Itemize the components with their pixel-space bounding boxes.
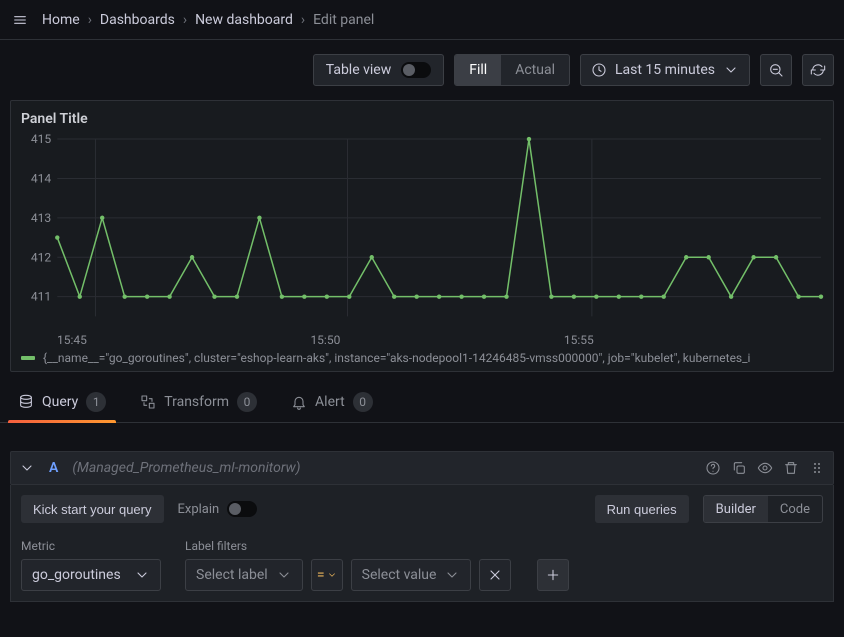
chart-area[interactable]: 411 412 413 414 415 xyxy=(19,133,825,333)
chevron-down-icon xyxy=(276,567,292,583)
help-icon xyxy=(705,460,721,476)
zoom-out-button[interactable] xyxy=(760,54,792,86)
refresh-icon xyxy=(810,62,826,78)
chevron-right-icon: › xyxy=(88,12,92,28)
duplicate-query-button[interactable] xyxy=(731,460,747,476)
chart-legend[interactable]: {__name__="go_goroutines", cluster="esho… xyxy=(19,347,825,367)
chevron-down-icon[interactable] xyxy=(19,460,35,476)
breadcrumb-dashboards[interactable]: Dashboards xyxy=(100,12,175,28)
tab-count-badge: 0 xyxy=(237,392,257,412)
query-datasource-label[interactable]: (Managed_Prometheus_ml-monitorw) xyxy=(72,460,300,476)
chevron-down-icon xyxy=(723,62,739,78)
eye-icon xyxy=(757,460,773,476)
breadcrumb-home[interactable]: Home xyxy=(42,12,80,28)
metric-value: go_goroutines xyxy=(32,567,121,583)
chevron-right-icon: › xyxy=(183,12,187,28)
metric-field-label: Metric xyxy=(21,539,161,553)
database-icon xyxy=(18,394,34,410)
svg-text:415: 415 xyxy=(31,133,52,146)
builder-mode[interactable]: Builder xyxy=(704,496,768,522)
bell-icon xyxy=(291,394,307,410)
tab-count-badge: 1 xyxy=(86,392,106,412)
chevron-down-icon xyxy=(327,570,337,580)
query-ref-id[interactable]: A xyxy=(49,460,58,476)
panel-title: Panel Title xyxy=(19,109,825,133)
transform-icon xyxy=(140,394,156,410)
remove-filter-button[interactable] xyxy=(479,559,511,591)
svg-text:412: 412 xyxy=(31,250,52,264)
x-tick: 15:50 xyxy=(310,333,563,347)
chart-panel: Panel Title 411 412 413 414 415 15:45 15:50 … xyxy=(10,100,834,372)
breadcrumb-new-dashboard[interactable]: New dashboard xyxy=(195,12,293,28)
chevron-down-icon xyxy=(444,567,460,583)
tab-label: Transform xyxy=(164,394,229,410)
chevron-right-icon: › xyxy=(301,12,305,28)
actual-option[interactable]: Actual xyxy=(501,55,569,85)
fill-actual-segment: Fill Actual xyxy=(454,54,570,86)
label-name-select[interactable]: Select label xyxy=(185,559,303,591)
chart-svg: 411 412 413 414 415 xyxy=(19,133,825,335)
label-value-placeholder: Select value xyxy=(362,567,437,583)
help-button[interactable] xyxy=(705,460,721,476)
panel-tabs: Query 1 Transform 0 Alert 0 xyxy=(0,382,844,423)
query-editor: A (Managed_Prometheus_ml-monitorw) Kick … xyxy=(10,451,834,602)
tab-transform[interactable]: Transform 0 xyxy=(136,392,261,422)
code-mode[interactable]: Code xyxy=(768,496,822,522)
trash-icon xyxy=(783,460,799,476)
clock-icon xyxy=(591,62,607,78)
add-filter-button[interactable] xyxy=(537,559,569,591)
panel-toolbar: Table view Fill Actual Last 15 minutes xyxy=(0,40,844,100)
label-value-select[interactable]: Select value xyxy=(351,559,472,591)
time-range-picker[interactable]: Last 15 minutes xyxy=(580,54,750,86)
explain-label: Explain xyxy=(178,502,220,517)
x-tick: 15:45 xyxy=(57,333,310,347)
copy-icon xyxy=(731,460,747,476)
chevron-down-icon xyxy=(134,567,150,583)
run-queries-button[interactable]: Run queries xyxy=(595,495,689,523)
breadcrumb: Home › Dashboards › New dashboard › Edit… xyxy=(42,12,374,28)
tab-query[interactable]: Query 1 xyxy=(14,392,110,422)
builder-code-segment: Builder Code xyxy=(703,495,823,523)
grip-icon xyxy=(809,460,825,476)
delete-query-button[interactable] xyxy=(783,460,799,476)
plus-icon xyxy=(545,567,561,583)
drag-handle[interactable] xyxy=(809,460,825,476)
table-view-label: Table view xyxy=(326,62,392,78)
metric-select[interactable]: go_goroutines xyxy=(21,559,161,591)
tab-label: Query xyxy=(42,394,78,410)
divider xyxy=(10,423,834,437)
toggle-switch-icon xyxy=(401,62,431,78)
x-axis: 15:45 15:50 15:55 xyxy=(19,333,825,347)
zoom-out-icon xyxy=(768,62,784,78)
tab-alert[interactable]: Alert 0 xyxy=(287,392,377,422)
operator-value: = xyxy=(317,567,325,583)
fill-option[interactable]: Fill xyxy=(455,55,501,85)
label-name-placeholder: Select label xyxy=(196,567,268,583)
top-bar: Home › Dashboards › New dashboard › Edit… xyxy=(0,0,844,40)
tab-label: Alert xyxy=(315,394,345,410)
x-tick: 15:55 xyxy=(564,333,817,347)
query-header: A (Managed_Prometheus_ml-monitorw) xyxy=(10,451,834,485)
table-view-toggle[interactable]: Table view xyxy=(313,54,445,86)
svg-text:411: 411 xyxy=(31,290,51,304)
menu-toggle-button[interactable] xyxy=(8,8,32,32)
close-icon xyxy=(487,567,503,583)
refresh-button[interactable] xyxy=(802,54,834,86)
svg-text:413: 413 xyxy=(31,211,51,225)
tab-count-badge: 0 xyxy=(353,392,373,412)
operator-select[interactable]: = xyxy=(311,559,343,591)
query-body: Kick start your query Explain Run querie… xyxy=(10,485,834,602)
explain-toggle[interactable]: Explain xyxy=(178,501,258,517)
svg-text:414: 414 xyxy=(31,171,52,185)
legend-color-swatch xyxy=(21,356,35,360)
legend-label: {__name__="go_goroutines", cluster="esho… xyxy=(43,351,750,365)
toggle-switch-icon xyxy=(227,501,257,517)
breadcrumb-edit-panel: Edit panel xyxy=(313,12,374,28)
label-filters-label: Label filters xyxy=(185,539,569,553)
time-range-label: Last 15 minutes xyxy=(615,62,715,78)
kick-start-button[interactable]: Kick start your query xyxy=(21,495,164,523)
toggle-visibility-button[interactable] xyxy=(757,460,773,476)
